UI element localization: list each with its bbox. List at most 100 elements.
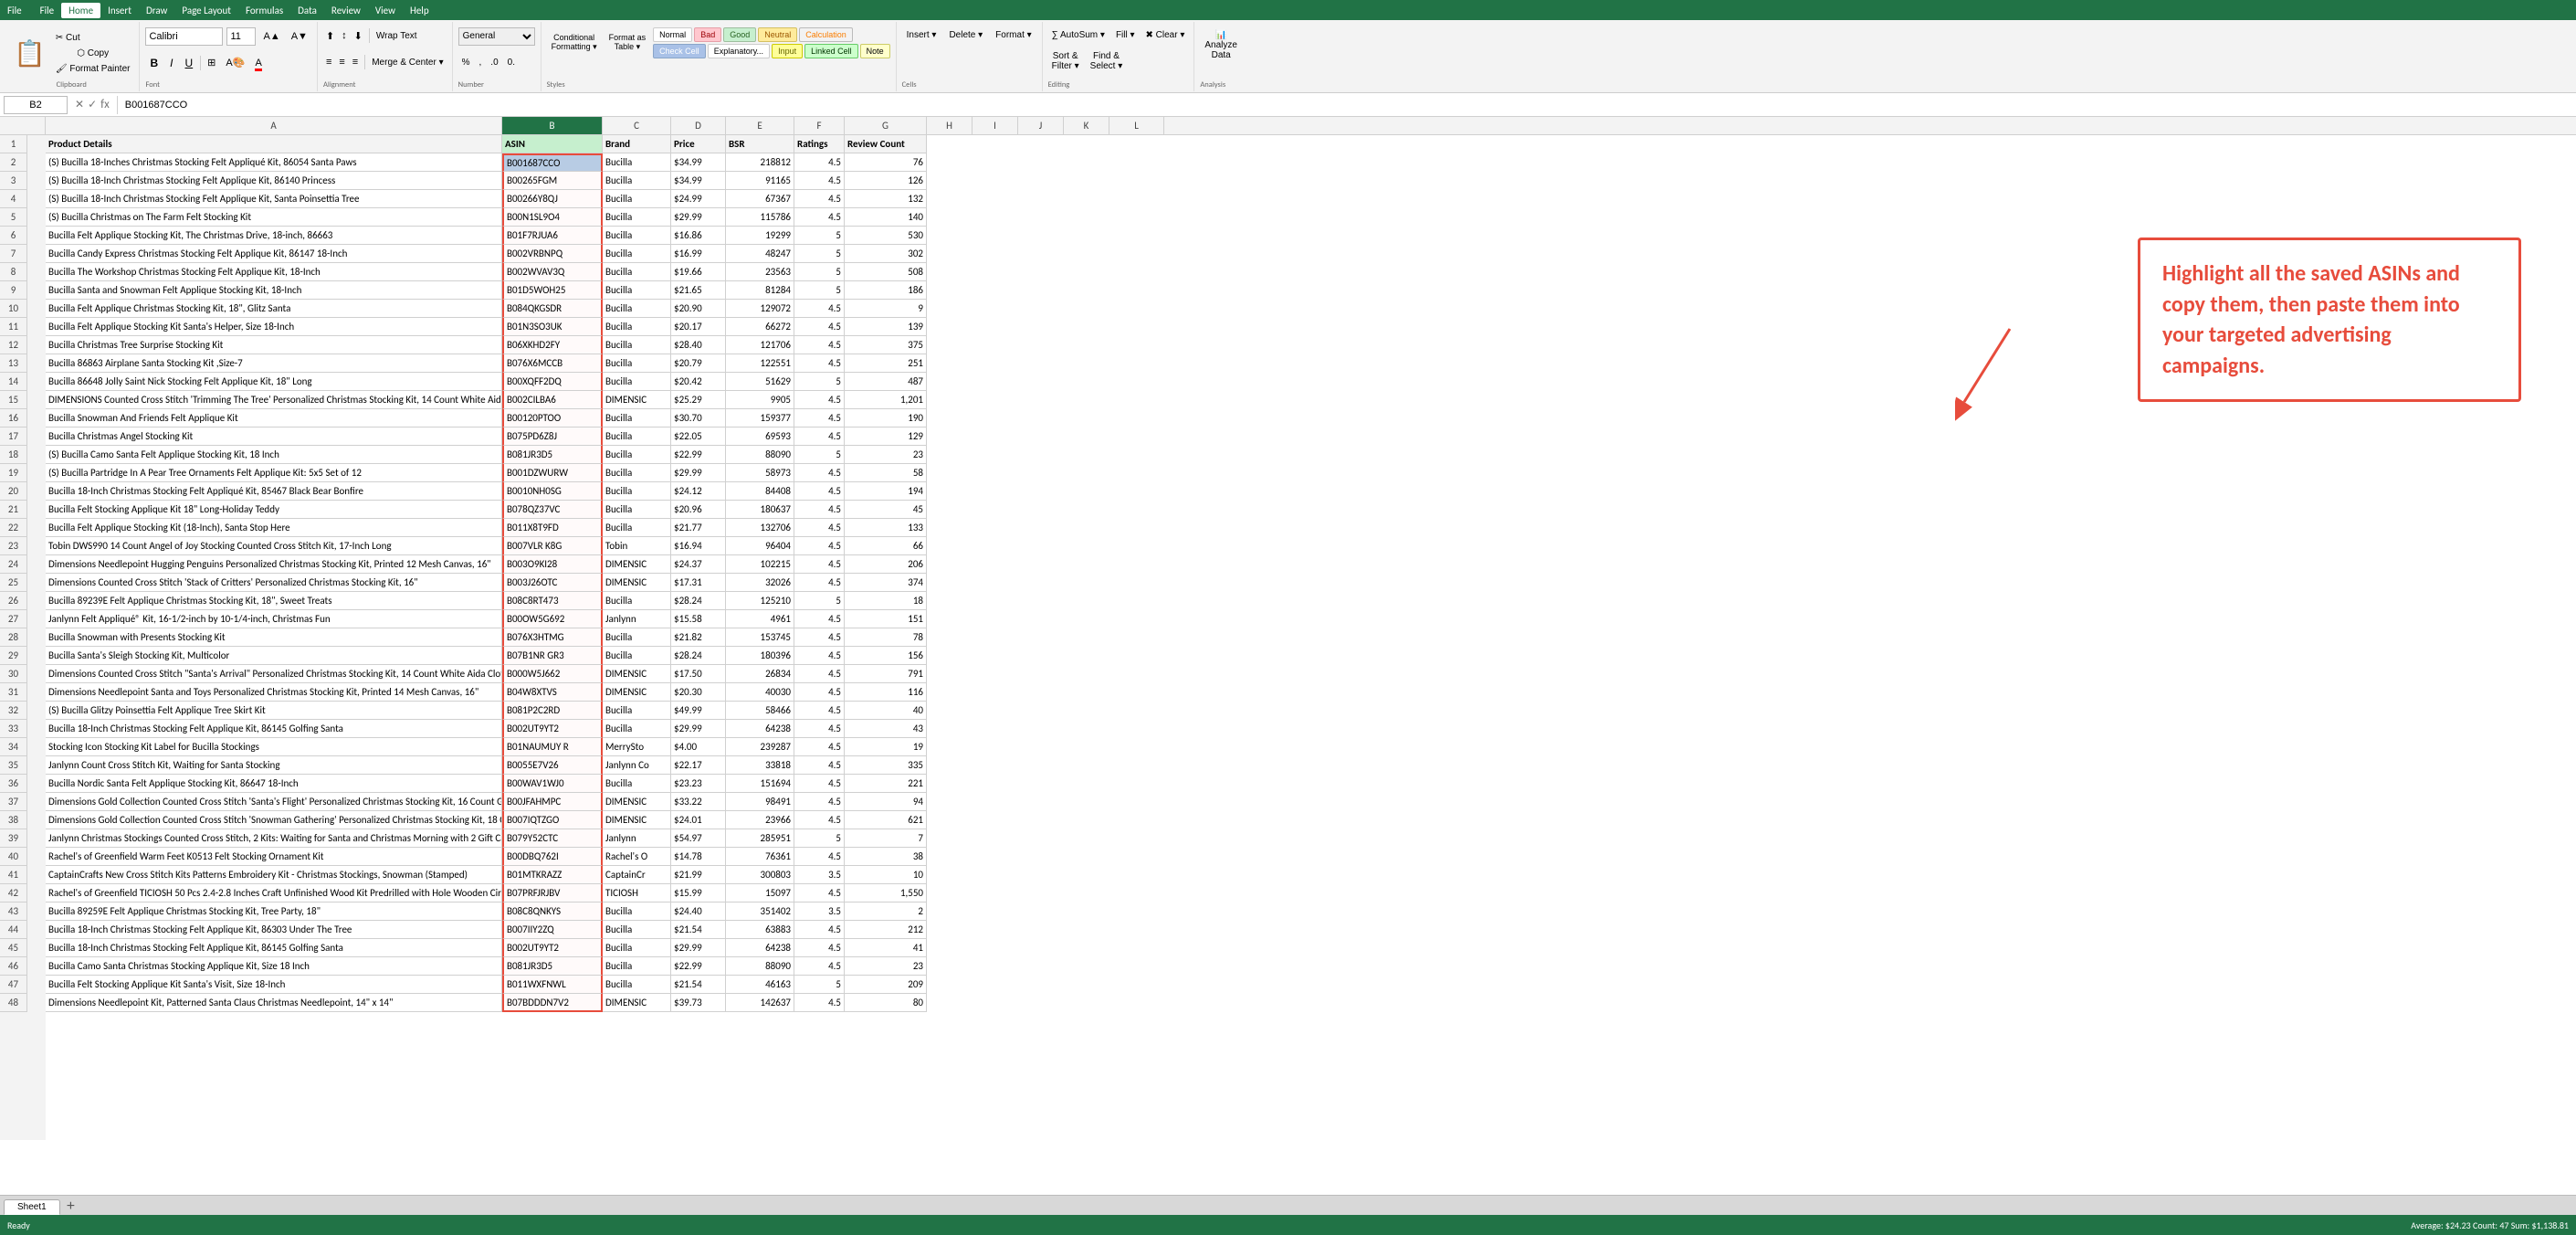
cell-F[interactable]: 4.5	[794, 665, 845, 683]
cell-C[interactable]: DIMENSIC	[603, 555, 671, 574]
cell-D[interactable]: $15.99	[671, 884, 726, 902]
row-header-29[interactable]: 29	[0, 647, 27, 665]
cell-B[interactable]: B01F7RJUA6	[502, 227, 603, 245]
cell-D[interactable]: $21.77	[671, 519, 726, 537]
row-header-16[interactable]: 16	[0, 409, 27, 428]
cell-G[interactable]: 10	[845, 866, 927, 884]
cell-D[interactable]: $20.79	[671, 354, 726, 373]
insert-button[interactable]: Insert ▾	[902, 27, 941, 43]
cell-D[interactable]: $24.12	[671, 482, 726, 501]
row-header-19[interactable]: 19	[0, 464, 27, 482]
cell-A[interactable]: Bucilla 18-Inch Christmas Stocking Felt …	[46, 720, 502, 738]
cell-B[interactable]: B00JFAHMPC	[502, 793, 603, 811]
cell-E[interactable]: 96404	[726, 537, 794, 555]
cell-G[interactable]: 133	[845, 519, 927, 537]
cell-A[interactable]: Dimensions Gold Collection Counted Cross…	[46, 793, 502, 811]
cell-D[interactable]: $20.90	[671, 300, 726, 318]
cell-G[interactable]: 43	[845, 720, 927, 738]
cell-B[interactable]: B07BDDDN7V2	[502, 994, 603, 1012]
cell-B[interactable]: B00265FGM	[502, 172, 603, 190]
style-calculation-button[interactable]: Calculation	[799, 27, 853, 42]
col-header-J[interactable]: J	[1018, 117, 1064, 134]
cell-B[interactable]: B01D5WOH25	[502, 281, 603, 300]
cell-E[interactable]: 129072	[726, 300, 794, 318]
cell-B[interactable]: B078QZ37VC	[502, 501, 603, 519]
cell-A[interactable]: Janlynn Christmas Stockings Counted Cros…	[46, 829, 502, 848]
cell-F[interactable]: 4.5	[794, 939, 845, 957]
cell-A[interactable]: Bucilla Camo Santa Christmas Stocking Ap…	[46, 957, 502, 976]
cell-F[interactable]: 4.5	[794, 153, 845, 172]
cell-C[interactable]: Bucilla	[603, 318, 671, 336]
font-name-input[interactable]	[145, 27, 223, 46]
row-header-45[interactable]: 45	[0, 939, 27, 957]
cell-E[interactable]: 23966	[726, 811, 794, 829]
cell-E[interactable]: 51629	[726, 373, 794, 391]
cell-F[interactable]: 4.5	[794, 318, 845, 336]
file-menu[interactable]: File	[7, 5, 22, 16]
row-header-21[interactable]: 21	[0, 501, 27, 519]
row-header-35[interactable]: 35	[0, 756, 27, 775]
cell-G[interactable]: 94	[845, 793, 927, 811]
cell-E[interactable]: 132706	[726, 519, 794, 537]
cell-C[interactable]: Bucilla	[603, 446, 671, 464]
cell-B[interactable]: B081JR3D5	[502, 957, 603, 976]
cell-G[interactable]: 251	[845, 354, 927, 373]
cell-A[interactable]: Tobin DWS990 14 Count Angel of Joy Stock…	[46, 537, 502, 555]
cell-D[interactable]: $21.54	[671, 921, 726, 939]
cell-D[interactable]: $17.50	[671, 665, 726, 683]
cell-D[interactable]: $24.99	[671, 190, 726, 208]
cell-E[interactable]: 4961	[726, 610, 794, 628]
cell-G[interactable]: 374	[845, 574, 927, 592]
cell-C[interactable]: Bucilla	[603, 775, 671, 793]
cell-F[interactable]: 4.5	[794, 190, 845, 208]
cell-E[interactable]: 88090	[726, 446, 794, 464]
cell-B[interactable]: B01NAUMUY R	[502, 738, 603, 756]
cell-G[interactable]: 58	[845, 464, 927, 482]
cell-F[interactable]: 4.5	[794, 811, 845, 829]
cell-A[interactable]: (S) Bucilla 18-Inch Christmas Stocking F…	[46, 190, 502, 208]
cell-E[interactable]: 285951	[726, 829, 794, 848]
cell-C[interactable]: Bucilla	[603, 647, 671, 665]
font-color-button[interactable]: A	[251, 56, 265, 70]
row-header-25[interactable]: 25	[0, 574, 27, 592]
cell-B[interactable]: B00XQFF2DQ	[502, 373, 603, 391]
cell-D[interactable]: $54.97	[671, 829, 726, 848]
cell-B[interactable]: B081P2C2RD	[502, 702, 603, 720]
cell-E[interactable]: 81284	[726, 281, 794, 300]
row-header-41[interactable]: 41	[0, 866, 27, 884]
cell-B[interactable]: B0055E7V26	[502, 756, 603, 775]
cell-E[interactable]: 125210	[726, 592, 794, 610]
cell-B[interactable]: B00OW5G692	[502, 610, 603, 628]
cell-A[interactable]: Bucilla 89259E Felt Applique Christmas S…	[46, 902, 502, 921]
cell-G[interactable]: 1,550	[845, 884, 927, 902]
cell-D[interactable]: $4.00	[671, 738, 726, 756]
find-select-button[interactable]: Find &Select ▾	[1087, 48, 1127, 74]
cell-G[interactable]: 139	[845, 318, 927, 336]
cell-E[interactable]: 300803	[726, 866, 794, 884]
cell-C[interactable]: Bucilla	[603, 172, 671, 190]
row-header-34[interactable]: 34	[0, 738, 27, 756]
cell-G[interactable]: 18	[845, 592, 927, 610]
cell-A[interactable]: Bucilla Christmas Angel Stocking Kit	[46, 428, 502, 446]
col-header-I[interactable]: I	[973, 117, 1018, 134]
cell-A[interactable]: Rachel's of Greenfield Warm Feet K0513 F…	[46, 848, 502, 866]
cell-G[interactable]: 76	[845, 153, 927, 172]
percent-button[interactable]: %	[458, 55, 474, 70]
cell-A[interactable]: Bucilla Snowman And Friends Felt Appliqu…	[46, 409, 502, 428]
cell-E[interactable]: 46163	[726, 976, 794, 994]
cell-E[interactable]: 32026	[726, 574, 794, 592]
cell-D[interactable]: $29.99	[671, 464, 726, 482]
cell-F[interactable]: 4.5	[794, 519, 845, 537]
row-header-38[interactable]: 38	[0, 811, 27, 829]
cell-D[interactable]: $28.24	[671, 592, 726, 610]
cell-A[interactable]: Bucilla Felt Stocking Applique Kit 18" L…	[46, 501, 502, 519]
cell-A[interactable]: Bucilla 86648 Jolly Saint Nick Stocking …	[46, 373, 502, 391]
cell-A[interactable]: Bucilla Felt Applique Stocking Kit, The …	[46, 227, 502, 245]
cell-D[interactable]: $29.99	[671, 720, 726, 738]
cell-D[interactable]: $30.70	[671, 409, 726, 428]
delete-button[interactable]: Delete ▾	[944, 27, 987, 43]
cell-A[interactable]: Bucilla 18-Inch Christmas Stocking Felt …	[46, 939, 502, 957]
col-header-H[interactable]: H	[927, 117, 973, 134]
row-header-18[interactable]: 18	[0, 446, 27, 464]
cell-D[interactable]: $28.40	[671, 336, 726, 354]
